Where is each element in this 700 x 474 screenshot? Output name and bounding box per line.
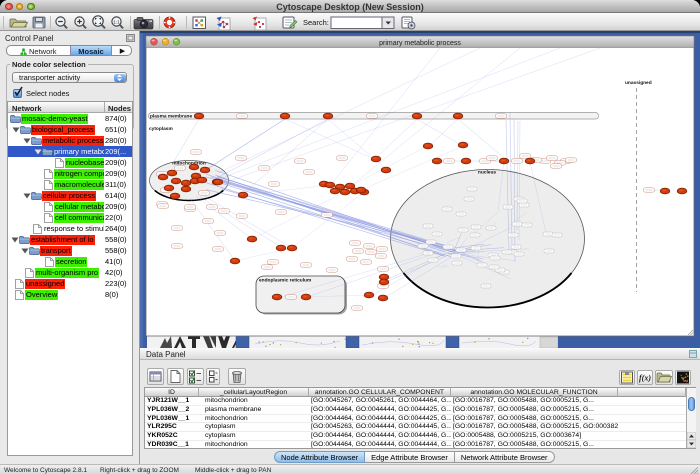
svg-text:Search:: Search: — [303, 18, 329, 27]
svg-text:1:1: 1:1 — [113, 19, 120, 24]
svg-text:plasma membrane: plasma membrane — [150, 114, 192, 120]
svg-text:nucleus: nucleus — [478, 170, 496, 176]
svg-text:primary metabolic process: primary metabolic process — [379, 40, 461, 47]
svg-text:cytoplasm: cytoplasm — [149, 126, 173, 132]
svg-text:unassigned: unassigned — [625, 80, 652, 86]
svg-text:f(x): f(x) — [639, 374, 651, 383]
svg-text:endoplasmic reticulum: endoplasmic reticulum — [259, 278, 311, 284]
